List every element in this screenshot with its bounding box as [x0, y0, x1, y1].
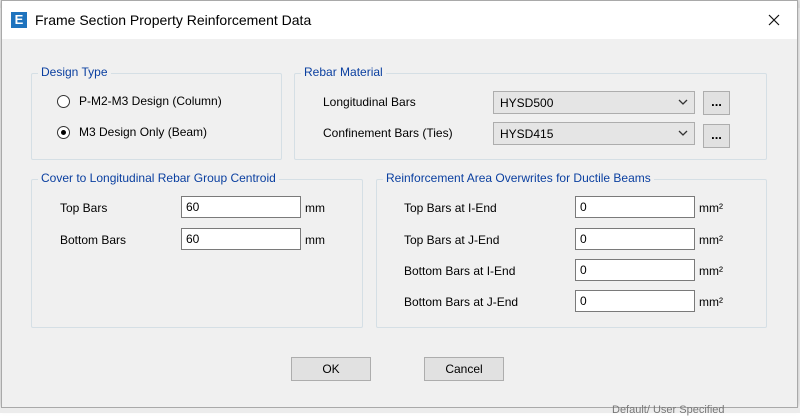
reinforcement-dialog: E Frame Section Property Reinforcement D… [1, 0, 798, 408]
rebar-material-group: Rebar Material [294, 65, 767, 160]
radio-selected-dot [61, 130, 66, 135]
cover-legend: Cover to Longitudinal Rebar Group Centro… [38, 171, 279, 185]
bottom-i-end-unit: mm² [699, 264, 723, 278]
confinement-bars-value: HYSD415 [500, 127, 554, 141]
top-j-end-input[interactable]: 0 [575, 228, 695, 250]
dialog-title: Frame Section Property Reinforcement Dat… [35, 12, 312, 28]
bottom-bars-cover-input[interactable]: 60 [181, 228, 301, 250]
top-bars-cover-unit: mm [305, 201, 325, 215]
close-icon [768, 14, 780, 26]
confinement-bars-select[interactable]: HYSD415 [493, 122, 695, 145]
top-i-end-input[interactable]: 0 [575, 196, 695, 218]
top-j-end-label: Top Bars at J-End [404, 233, 500, 247]
longitudinal-bars-label: Longitudinal Bars [323, 95, 416, 109]
confinement-bars-label: Confinement Bars (Ties) [323, 126, 453, 140]
confinement-bars-define-button[interactable]: ... [703, 124, 730, 148]
chevron-down-icon [678, 130, 688, 136]
ok-button[interactable]: OK [291, 357, 371, 381]
bottom-i-end-input[interactable]: 0 [575, 259, 695, 281]
radio-pm2m3-design[interactable] [57, 95, 70, 108]
overwrites-legend: Reinforcement Area Overwrites for Ductil… [383, 171, 654, 185]
bottom-bars-cover-unit: mm [305, 233, 325, 247]
bottom-j-end-input[interactable]: 0 [575, 290, 695, 312]
background-text-bottom: Default/ User Specified [612, 404, 725, 416]
top-bars-cover-label: Top Bars [60, 201, 108, 215]
close-button[interactable] [751, 1, 797, 39]
radio-pm2m3-label: P-M2-M3 Design (Column) [79, 94, 222, 108]
top-i-end-unit: mm² [699, 201, 723, 215]
etabs-app-icon: E [11, 12, 27, 28]
top-i-end-label: Top Bars at I-End [404, 201, 497, 215]
longitudinal-bars-define-button[interactable]: ... [703, 91, 730, 115]
bottom-bars-cover-label: Bottom Bars [60, 233, 127, 247]
radio-m3-label: M3 Design Only (Beam) [79, 125, 208, 139]
cancel-button[interactable]: Cancel [424, 357, 504, 381]
longitudinal-bars-value: HYSD500 [500, 96, 554, 110]
chevron-down-icon [678, 99, 688, 105]
bottom-j-end-label: Bottom Bars at J-End [404, 295, 519, 309]
title-bar[interactable]: E Frame Section Property Reinforcement D… [2, 1, 797, 39]
design-type-legend: Design Type [38, 65, 111, 79]
design-type-group: Design Type [31, 65, 282, 160]
bottom-j-end-unit: mm² [699, 295, 723, 309]
top-j-end-unit: mm² [699, 233, 723, 247]
top-bars-cover-input[interactable]: 60 [181, 196, 301, 218]
radio-m3-design-only[interactable] [57, 126, 70, 139]
longitudinal-bars-select[interactable]: HYSD500 [493, 91, 695, 114]
bottom-i-end-label: Bottom Bars at I-End [404, 264, 516, 278]
rebar-material-legend: Rebar Material [301, 65, 386, 79]
